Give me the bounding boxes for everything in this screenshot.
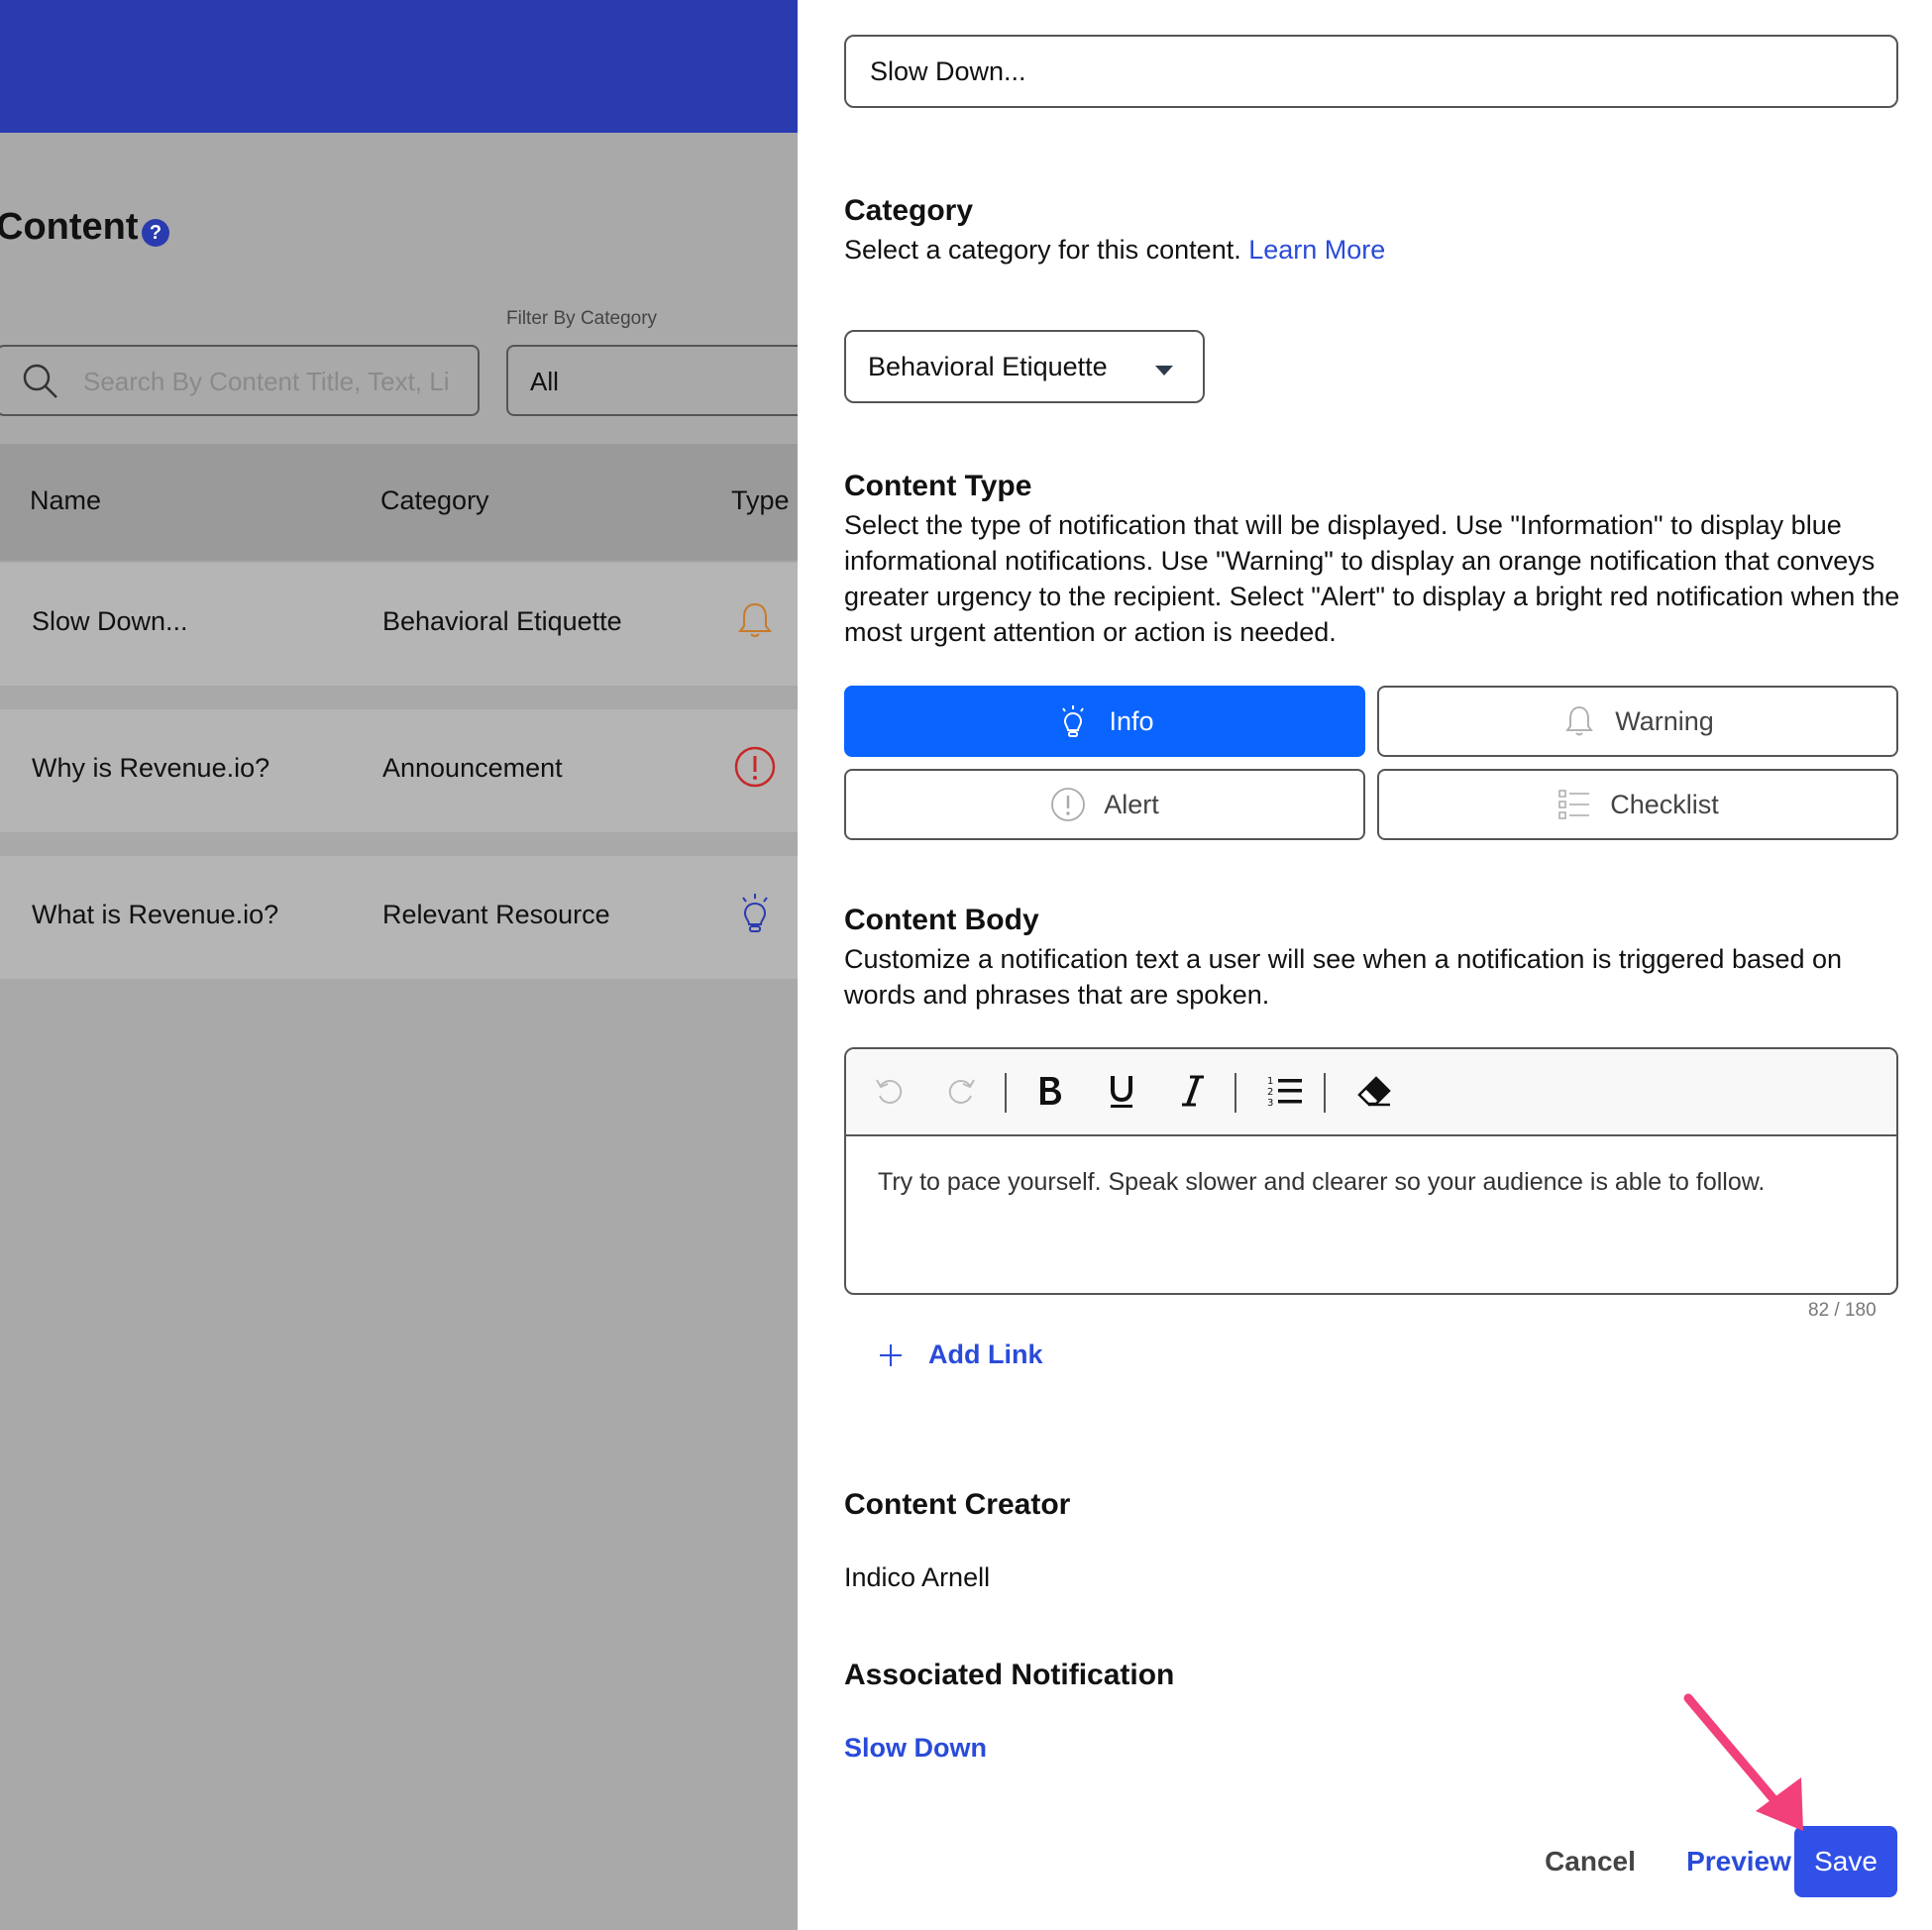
- column-header-category[interactable]: Category: [380, 485, 489, 516]
- content-type-description: Select the type of notification that wil…: [844, 510, 1900, 647]
- table-row[interactable]: Slow Down... Behavioral Etiquette: [0, 563, 798, 686]
- numbered-list-icon[interactable]: 123: [1260, 1069, 1310, 1113]
- row-name: Slow Down...: [32, 606, 188, 636]
- content-page-background: Content ? Search By Content Title, Text,…: [0, 0, 798, 1930]
- editor-content[interactable]: Try to pace yourself. Speak slower and c…: [878, 1168, 1765, 1197]
- filter-value: All: [530, 367, 559, 396]
- search-placeholder: Search By Content Title, Text, Li: [83, 367, 450, 396]
- type-info-button[interactable]: Info: [844, 686, 1365, 757]
- filter-by-category-select[interactable]: All: [506, 345, 798, 416]
- type-alert-label: Alert: [1104, 789, 1159, 819]
- underline-icon[interactable]: [1100, 1069, 1143, 1113]
- content-edit-panel: Slow Down... Category Select a category …: [798, 0, 1932, 1930]
- add-link-button[interactable]: Add Link: [877, 1340, 1043, 1370]
- bell-icon: [737, 602, 773, 637]
- undo-icon[interactable]: [868, 1069, 912, 1113]
- table-row[interactable]: What is Revenue.io? Relevant Resource: [0, 856, 798, 979]
- row-name: What is Revenue.io?: [32, 900, 279, 929]
- category-description: Select a category for this content. Lear…: [844, 232, 1385, 268]
- learn-more-link[interactable]: Learn More: [1248, 235, 1385, 265]
- column-header-name[interactable]: Name: [30, 485, 101, 516]
- content-creator-heading: Content Creator: [844, 1488, 1071, 1521]
- toolbar-divider: [1234, 1073, 1236, 1113]
- search-icon: [23, 364, 57, 398]
- redo-icon[interactable]: [939, 1069, 983, 1113]
- category-selected: Behavioral Etiquette: [868, 352, 1108, 381]
- svg-text:3: 3: [1267, 1098, 1273, 1108]
- italic-icon[interactable]: [1171, 1069, 1215, 1113]
- page-title: Content: [0, 206, 139, 248]
- alert-icon: [734, 746, 776, 788]
- type-alert-button[interactable]: Alert: [844, 769, 1365, 840]
- category-description-text: Select a category for this content.: [844, 235, 1241, 265]
- toolbar-divider: [1324, 1073, 1326, 1113]
- rich-text-editor: 123 Try to pace yourself. Speak slower a…: [844, 1047, 1898, 1295]
- plus-icon: [880, 1343, 902, 1366]
- lightbulb-icon: [742, 894, 768, 932]
- checklist-icon: [1558, 790, 1590, 819]
- content-type-heading: Content Type: [844, 470, 1032, 502]
- svg-text:2: 2: [1267, 1087, 1273, 1098]
- add-link-label: Add Link: [928, 1340, 1043, 1369]
- cancel-button[interactable]: Cancel: [1536, 1826, 1645, 1897]
- annotation-arrow: [1683, 1693, 1803, 1831]
- table-header: Name Category Type: [0, 444, 798, 561]
- toolbar-divider: [1005, 1073, 1007, 1113]
- filter-label: Filter By Category: [506, 308, 658, 329]
- content-title-input[interactable]: Slow Down...: [844, 35, 1898, 108]
- category-dropdown[interactable]: Behavioral Etiquette: [844, 330, 1205, 403]
- row-name: Why is Revenue.io?: [32, 753, 270, 783]
- alert-icon: [1051, 788, 1086, 821]
- associated-notification-link[interactable]: Slow Down: [844, 1733, 987, 1764]
- character-counter: 82 / 180: [1808, 1300, 1877, 1321]
- svg-text:1: 1: [1267, 1076, 1273, 1087]
- row-category: Relevant Resource: [382, 900, 610, 929]
- associated-notification-heading: Associated Notification: [844, 1659, 1175, 1691]
- category-heading: Category: [844, 194, 974, 227]
- type-checklist-button[interactable]: Checklist: [1377, 769, 1898, 840]
- bold-icon[interactable]: [1028, 1069, 1072, 1113]
- type-warning-button[interactable]: Warning: [1377, 686, 1898, 757]
- type-warning-label: Warning: [1615, 705, 1714, 736]
- content-creator-name: Indico Arnell: [844, 1562, 991, 1592]
- content-title-value: Slow Down...: [870, 56, 1026, 86]
- row-category: Announcement: [382, 753, 563, 783]
- content-body-description: Customize a notification text a user wil…: [844, 944, 1843, 1010]
- search-input[interactable]: Search By Content Title, Text, Li: [0, 345, 480, 416]
- type-info-label: Info: [1109, 705, 1154, 736]
- table-row[interactable]: Why is Revenue.io? Announcement: [0, 709, 798, 832]
- content-body-heading: Content Body: [844, 904, 1039, 936]
- chevron-down-icon: [1155, 366, 1173, 375]
- help-icon[interactable]: ?: [142, 219, 169, 247]
- type-checklist-label: Checklist: [1610, 789, 1719, 819]
- lightbulb-icon: [1062, 705, 1085, 737]
- eraser-icon[interactable]: [1349, 1069, 1399, 1113]
- editor-toolbar: 123: [846, 1049, 1896, 1136]
- row-category: Behavioral Etiquette: [382, 606, 622, 636]
- column-header-type[interactable]: Type: [731, 485, 790, 516]
- top-header-bar: [0, 0, 798, 133]
- bell-icon: [1565, 706, 1594, 736]
